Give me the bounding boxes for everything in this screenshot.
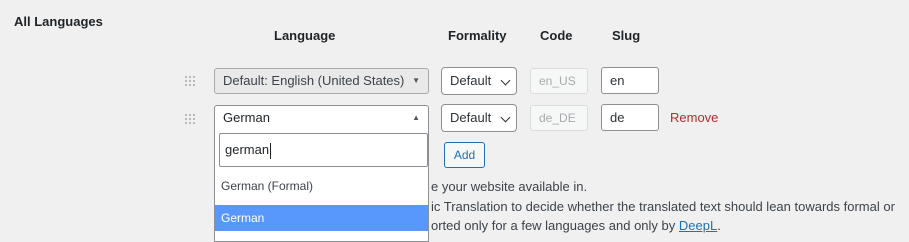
language-select-default[interactable]: Default: English (United States) ▼ [214, 68, 429, 94]
slug-field[interactable]: de [601, 104, 659, 131]
languages-settings: All Languages Language Formality Code Sl… [0, 0, 909, 242]
code-field[interactable]: de_DE [530, 105, 588, 131]
slug-value: de [610, 110, 625, 125]
chevron-down-icon [500, 112, 511, 123]
column-header-slug: Slug [612, 28, 641, 43]
formality-select[interactable]: Default [441, 104, 517, 132]
description-line: e your website available in. [431, 179, 588, 194]
dropdown-search-input[interactable]: german [219, 133, 428, 167]
description-text: . [717, 218, 721, 233]
slug-value: en [610, 73, 625, 88]
column-header-formality: Formality [448, 28, 507, 43]
chevron-down-icon [500, 75, 511, 86]
description-text: orted only for a few languages and only … [431, 218, 679, 233]
formality-value: Default [450, 110, 492, 125]
dropdown-option[interactable]: German (Formal) [215, 173, 428, 199]
column-header-language: Language [274, 28, 336, 43]
remove-link[interactable]: Remove [670, 110, 718, 125]
triangle-down-icon: ▼ [412, 76, 420, 85]
section-title: All Languages [14, 14, 103, 29]
formality-value: Default [450, 73, 492, 88]
formality-select[interactable]: Default [441, 67, 517, 95]
description-line: ic Translation to decide whether the tra… [431, 199, 895, 214]
drag-handle-icon[interactable] [185, 76, 195, 86]
description-line: orted only for a few languages and only … [431, 218, 721, 233]
code-field[interactable]: en_US [530, 68, 588, 94]
language-select-value: Default: English (United States) [223, 73, 405, 88]
add-button[interactable]: Add [444, 142, 485, 168]
deepl-link[interactable]: DeepL [679, 218, 717, 233]
language-select-value: German [223, 110, 270, 125]
code-placeholder: de_DE [539, 111, 576, 125]
search-value: german [225, 142, 270, 157]
slug-field[interactable]: en [601, 67, 659, 94]
column-header-code: Code [540, 28, 573, 43]
language-dropdown: german German (Formal) German [214, 127, 429, 242]
code-placeholder: en_US [539, 74, 576, 88]
dropdown-option-highlighted[interactable]: German [215, 205, 428, 231]
text-caret [270, 142, 272, 159]
drag-handle-icon[interactable] [185, 114, 195, 124]
